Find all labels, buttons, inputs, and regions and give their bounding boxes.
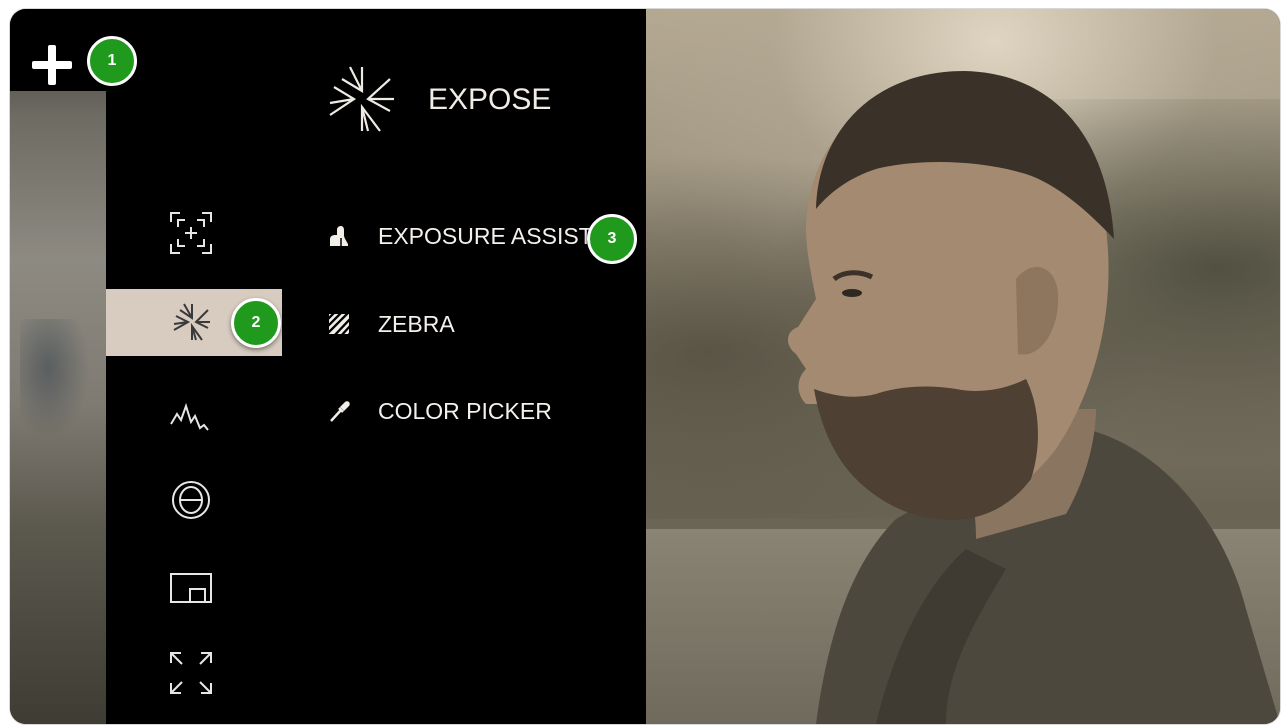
step-badge-1: 1: [87, 36, 137, 86]
focus-icon[interactable]: [168, 210, 214, 256]
expose-logo-icon: [324, 61, 400, 137]
camera-preview: [646, 9, 1280, 724]
zebra-icon: [328, 312, 350, 336]
app-frame: EXPOSE EXPOSURE ASSIST ZEBRA COLOR PICKE…: [10, 9, 1280, 724]
background-strip: [10, 9, 106, 724]
menu-title: EXPOSE: [428, 83, 552, 116]
fullscreen-icon[interactable]: [168, 650, 214, 696]
waveform-icon[interactable]: [168, 392, 214, 438]
pip-icon[interactable]: [168, 565, 214, 611]
expose-icon: [173, 303, 210, 341]
menu-item-label: ZEBRA: [378, 310, 455, 337]
step-badge-2: 2: [231, 298, 281, 348]
menu-item-color-picker[interactable]: COLOR PICKER: [328, 391, 552, 431]
menu-item-label: COLOR PICKER: [378, 397, 552, 424]
menu-item-exposure-assist[interactable]: EXPOSURE ASSIST: [328, 216, 593, 256]
theta-icon[interactable]: [168, 477, 214, 523]
color-picker-icon: [328, 399, 350, 423]
exposure-assist-icon: [328, 224, 350, 248]
menu-item-label: EXPOSURE ASSIST: [378, 222, 593, 249]
person-silhouette: [787, 71, 1280, 724]
step-badge-3: 3: [587, 214, 637, 264]
menu-item-zebra[interactable]: ZEBRA: [328, 304, 455, 344]
plus-icon: [32, 45, 72, 85]
tool-menu: EXPOSE EXPOSURE ASSIST ZEBRA COLOR PICKE…: [106, 9, 646, 724]
